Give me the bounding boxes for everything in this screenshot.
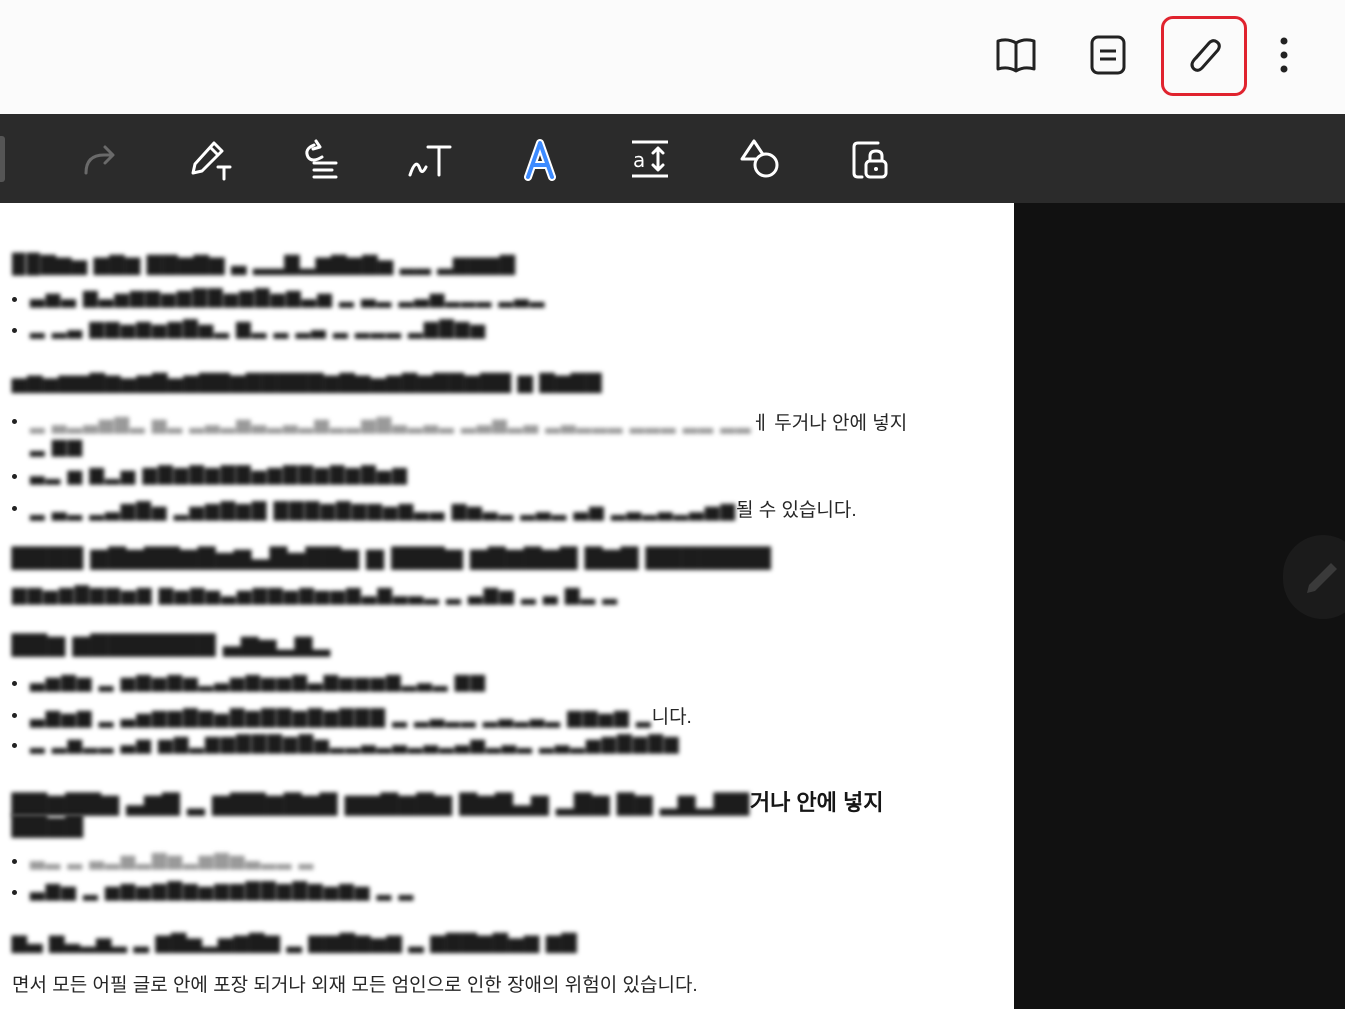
section-heading: ▇▇▆ ▆▇▇▇▇▇▇▇ ▃▆▅▂▆▂ xyxy=(12,631,331,656)
paperclip-icon xyxy=(1190,39,1221,72)
text-spacing-button[interactable]: a xyxy=(622,132,678,186)
shapes-icon xyxy=(740,139,779,178)
list-item: ▃▂ ▅ ▆▂▅ ▆▇▆▇▆▇▇▅▆▇▇▆▇▆▇▅▆ xyxy=(30,464,408,485)
section-heading: ▇▇▆▇▇▆ ▃▆▇ ▂ ▆▇▇▆▇▆▇ ▆▆▇▆▇▆ ▇▆▇▃▆ ▂▇▆ ▇▆… xyxy=(12,790,884,815)
bullet-dot xyxy=(12,713,17,718)
list-item: ▃▅▆▅ ▂ ▅▆▅▆▅▂▃▅▆▅▅▆▃▆▅▅▅▆▂▃▂ ▆▆ xyxy=(30,671,486,692)
list-item: ▂ ▃▂ ▂▃▆▇▅ ▂▅▆▇▆▇ ▇▇▇▆▇▆▆▅▆▃▃ ▆▅▃▂ ▂▃▂ ▃… xyxy=(30,500,857,521)
bullet-dot xyxy=(12,297,17,302)
pen-toolbar: a xyxy=(0,114,1345,203)
bullet-dot xyxy=(12,743,17,748)
list-item: ▂ ▃▂▃▅▆▂ ▅▂ ▂▃▂▅▃▂▃▂▅▂▂▅▆▃▂▃▂ ▂▃▅▂▃ ▂▃▂▂… xyxy=(30,413,908,434)
more-vert-icon xyxy=(1280,37,1288,73)
lock-icon xyxy=(852,141,888,179)
shapes-button[interactable] xyxy=(732,132,788,186)
pen-text-icon xyxy=(191,141,232,181)
bullet-dot xyxy=(12,859,17,864)
bullet-dot xyxy=(12,474,17,479)
section-heading: ██▇▆▅ ▆▇▆ ▇▇▆▇▆ ▃ ▂▂▇▂▆▇▆▇▅ ▂▂ ▂▆▆▆▇ xyxy=(12,254,516,275)
text-style-a-icon xyxy=(524,139,556,181)
book-icon xyxy=(996,38,1036,73)
text-spacing-icon: a xyxy=(632,140,668,178)
attach-button[interactable] xyxy=(1161,16,1247,96)
section-heading: ▆▃ ▆▃▂▅▂ ▂ ▆▇▅▂▅▆▇▆ ▂ ▆▆▇▆▅▆ ▂ ▆▇▇▆▇▅▆ ▆… xyxy=(12,932,578,953)
section-heading-continuation: ▇▇▆▇ xyxy=(12,812,84,837)
handwriting-button[interactable] xyxy=(402,132,458,186)
bullet-dot xyxy=(12,328,17,333)
bullet-dot xyxy=(12,681,17,686)
top-app-bar xyxy=(0,0,1345,114)
note-icon xyxy=(1090,35,1126,75)
list-item: ▃▂ ▂ ▃▂▅▂▆▅▂▅▆▅▃▂▂ ▂ xyxy=(30,849,315,870)
redo-icon xyxy=(84,145,115,175)
redo-button[interactable] xyxy=(70,132,126,186)
more-options-button[interactable] xyxy=(1262,18,1306,92)
pencil-icon xyxy=(1307,563,1337,593)
list-item: ▂ ▂▅▂▂ ▃▅ ▅▆▂▆▆▇▇▇▆▇▅▂▂▃▂▃▂▃▂▃▅▂▃▂ ▂▃▂▅▆… xyxy=(30,733,680,754)
document-page[interactable]: ██▇▆▅ ▆▇▆ ▇▇▆▇▆ ▃ ▂▂▇▂▆▇▆▇▅ ▂▂ ▂▆▆▆▇ ▃▅▃… xyxy=(0,203,1014,1009)
svg-text:a: a xyxy=(633,148,645,172)
handwriting-icon xyxy=(408,145,452,177)
text-align-icon xyxy=(305,139,338,179)
list-item: ▃▆▅▆ ▂ ▃▅▆▆▇▆▅▇▆▇▇▆▇▆▇▇▇ ▂ ▂▃▂▂ ▂▃▂▃▂ ▆▆… xyxy=(30,707,692,728)
bullet-dot xyxy=(12,890,17,895)
list-item-continuation: ▂ ▆▆ xyxy=(30,436,84,457)
list-item: ▃▅▃ ▆▃▅▆▆▅▆▇▇▅▆▇▅▆▃▅ ▂ ▃▂ ▂▃▅▂▂▂ ▂▃▂ xyxy=(30,287,546,308)
lock-button[interactable] xyxy=(842,132,898,186)
toolbar-edge-handle[interactable] xyxy=(0,136,5,182)
paragraph-line: 면서 모든 어필 글로 안에 포장 되거나 외재 모든 엄인으로 인한 장애의 … xyxy=(12,975,698,996)
reading-mode-button[interactable] xyxy=(976,18,1056,92)
section-heading: ▅▆▅▆▆▇▆▅▆▇▅▆▇▇▆▇▇▇▇▇▆▇▆▅▆▇▆▇▇▆▇▇ ▆ ▇▆▇▇ xyxy=(12,372,603,393)
paragraph-line: ▆▆▅▆▇▆▆▅▆ ▆▅▆▅▃▅▆▆▅▆▅▅▆▃▆▃▃▂ ▂ ▃▆▅ ▂ ▃ ▆… xyxy=(12,584,618,605)
text-view-button[interactable] xyxy=(1068,18,1148,92)
bullet-dot xyxy=(12,506,17,511)
text-style-button[interactable] xyxy=(512,132,568,186)
section-heading: ▇▇▇▇ ▆▇▆▇▇▆▇▅▆▃▇▅▇▇▆ ▆ ▇▇▇▆ ▆▇▆▇▆▇ ▇▆▇ ▇… xyxy=(12,544,772,569)
pen-to-text-button[interactable] xyxy=(182,132,238,186)
straighten-button[interactable] xyxy=(292,132,348,186)
bullet-dot xyxy=(12,419,17,424)
list-item: ▃▆▅ ▂ ▅▆▅▆▇▆▅▆▆▇▇▆▇▆▅▆▅ ▂ ▂ xyxy=(30,880,415,901)
list-item: ▂ ▂▃ ▆▆▅▆▅▆▇▅▂ ▆▂ ▂ ▂▃ ▂ ▂▂▂ ▂▆▇▆▅ xyxy=(30,318,487,339)
